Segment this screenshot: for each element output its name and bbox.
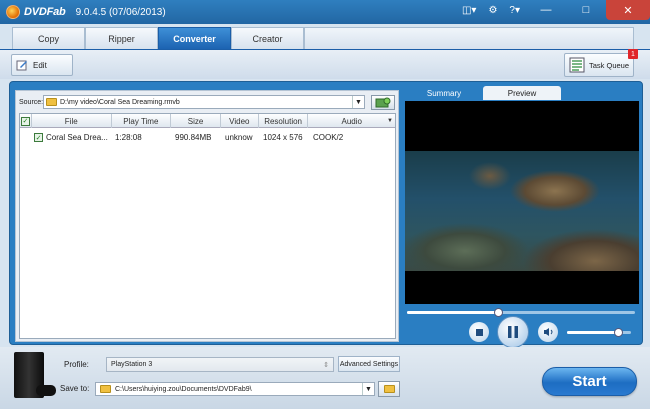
start-button[interactable]: Start xyxy=(542,367,637,396)
edit-label: Edit xyxy=(33,60,47,70)
seek-handle[interactable] xyxy=(494,308,504,317)
source-panel: Source: D:\my video\Coral Sea Dreaming.r… xyxy=(15,90,399,342)
gamepad-icon xyxy=(36,385,56,396)
help-label: ? xyxy=(509,5,515,16)
speaker-icon xyxy=(543,328,552,336)
app-version: 9.0.4.5 (07/06/2013) xyxy=(75,6,166,18)
profile-selector[interactable]: PlayStation 3 ⇕ xyxy=(106,357,334,372)
app-logo: DVDFab xyxy=(6,5,66,19)
chevron-down-icon[interactable]: ▼ xyxy=(362,383,374,395)
stop-icon xyxy=(475,328,483,336)
advanced-settings-button[interactable]: Advanced Settings xyxy=(338,356,400,372)
source-path: D:\my video\Coral Sea Dreaming.rmvb xyxy=(60,98,180,106)
col-resolution[interactable]: Resolution xyxy=(259,114,309,128)
playback-controls xyxy=(405,316,639,350)
file-table: ✓ File Play Time Size Video Resolution A… xyxy=(19,113,396,339)
row-checkbox[interactable]: ✓ xyxy=(34,133,43,142)
edit-icon xyxy=(16,60,27,71)
layout-icon[interactable]: ◫▾ xyxy=(462,5,476,16)
preview-panel: Summary Preview xyxy=(405,86,639,348)
toolbar: Edit Task Queue 1 xyxy=(0,49,650,79)
volume-button[interactable] xyxy=(538,322,558,342)
col-audio-label: Audio xyxy=(341,116,362,126)
col-video[interactable]: Video xyxy=(221,114,259,128)
stop-button[interactable] xyxy=(469,322,489,342)
maximize-icon: □ xyxy=(582,4,590,16)
chevron-down-icon[interactable]: ▼ xyxy=(352,96,364,108)
gear-icon[interactable]: ⚙ xyxy=(488,5,497,16)
tab-converter[interactable]: Converter xyxy=(158,27,231,49)
folder-icon xyxy=(100,385,111,393)
edit-button[interactable]: Edit xyxy=(11,54,73,76)
save-to-label: Save to: xyxy=(60,384,90,393)
converter-panel: Source: D:\my video\Coral Sea Dreaming.r… xyxy=(9,81,643,348)
row-audio[interactable]: COOK/2 xyxy=(310,130,390,145)
browse-folder-button[interactable] xyxy=(378,381,400,397)
task-queue-count-badge: 1 xyxy=(628,49,638,59)
output-panel: Profile: PlayStation 3 ⇕ Advanced Settin… xyxy=(0,347,650,409)
save-path: C:\Users\huiying.zou\Documents\DVDFab9\ xyxy=(115,385,252,393)
minimize-icon: — xyxy=(540,4,552,16)
source-row: Source: D:\my video\Coral Sea Dreaming.r… xyxy=(19,94,395,110)
add-source-button[interactable] xyxy=(371,94,395,110)
source-label: Source: xyxy=(19,98,44,106)
title-bar: DVDFab 9.0.4.5 (07/06/2013) ◫▾ ⚙ ?▾ — □ … xyxy=(0,0,650,24)
table-row[interactable]: ✓ Coral Sea Drea... 1:28:08 990.84MB unk… xyxy=(20,130,395,145)
maximize-button[interactable]: □ xyxy=(566,0,606,20)
col-size[interactable]: Size xyxy=(171,114,221,128)
tab-ripper[interactable]: Ripper xyxy=(85,27,158,49)
app-window: DVDFab 9.0.4.5 (07/06/2013) ◫▾ ⚙ ?▾ — □ … xyxy=(0,0,650,409)
close-button[interactable]: ✕ xyxy=(606,0,650,20)
seek-progress xyxy=(407,311,499,314)
tab-preview[interactable]: Preview xyxy=(483,86,561,100)
profile-spinner-icon[interactable]: ⇕ xyxy=(323,361,329,369)
table-header: ✓ File Play Time Size Video Resolution A… xyxy=(20,114,395,128)
col-audio[interactable]: Audio ▼ xyxy=(308,114,395,128)
seek-bar[interactable] xyxy=(405,306,639,318)
open-folder-icon xyxy=(383,385,395,393)
pause-icon xyxy=(508,326,518,338)
col-play-time[interactable]: Play Time xyxy=(112,114,172,128)
select-all-cell[interactable]: ✓ xyxy=(20,114,32,128)
task-queue-icon xyxy=(569,57,585,73)
task-queue-label: Task Queue xyxy=(589,60,630,70)
add-file-icon xyxy=(375,97,391,107)
row-video: unknow xyxy=(225,133,253,142)
help-icon[interactable]: ?▾ xyxy=(509,5,520,16)
main-tabs: Copy Ripper Converter Creator xyxy=(12,27,634,49)
tab-bar-filler xyxy=(304,27,634,49)
folder-icon xyxy=(46,98,57,106)
profile-value: PlayStation 3 xyxy=(111,361,153,368)
pause-button[interactable] xyxy=(497,316,529,348)
app-name: DVDFab xyxy=(24,6,66,18)
volume-handle[interactable] xyxy=(614,328,624,337)
close-icon: ✕ xyxy=(623,4,633,17)
profile-label: Profile: xyxy=(64,360,89,369)
task-queue-button[interactable]: Task Queue xyxy=(564,53,634,77)
row-file: Coral Sea Drea... xyxy=(46,133,108,142)
dvdfab-logo-icon xyxy=(6,5,20,19)
row-resolution: 1024 x 576 xyxy=(263,133,303,142)
col-file[interactable]: File xyxy=(32,114,112,128)
select-all-checkbox[interactable]: ✓ xyxy=(20,116,30,126)
row-size: 990.84MB xyxy=(175,133,212,142)
tab-copy[interactable]: Copy xyxy=(12,27,85,49)
column-menu-icon[interactable]: ▼ xyxy=(387,118,393,124)
save-path-dropdown[interactable]: C:\Users\huiying.zou\Documents\DVDFab9\ … xyxy=(95,382,375,396)
source-dropdown[interactable]: D:\my video\Coral Sea Dreaming.rmvb ▼ xyxy=(43,95,365,109)
video-preview xyxy=(405,101,639,304)
tab-summary[interactable]: Summary xyxy=(405,86,483,100)
preview-tabs: Summary Preview xyxy=(405,86,561,100)
video-frame xyxy=(405,151,639,271)
tab-creator[interactable]: Creator xyxy=(231,27,304,49)
row-play-time: 1:28:08 xyxy=(115,133,142,142)
minimize-button[interactable]: — xyxy=(526,0,566,20)
volume-level xyxy=(567,331,619,334)
